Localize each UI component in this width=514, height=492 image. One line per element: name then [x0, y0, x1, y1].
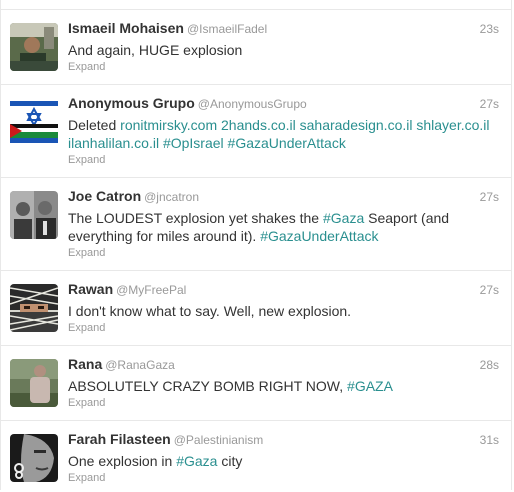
hashtag-gaza[interactable]: #GAZA: [347, 378, 393, 394]
avatar[interactable]: [10, 284, 58, 332]
tweet-text: ABSOLUTELY CRAZY BOMB RIGHT NOW, #GAZA: [68, 377, 499, 395]
hashtag-opisrael[interactable]: #OpIsrael: [163, 135, 224, 151]
tweet-author-name[interactable]: Farah Filasteen: [68, 431, 171, 447]
tweet-item[interactable]: Rana @RanaGaza 28s ABSOLUTELY CRAZY BOMB …: [1, 345, 511, 420]
tweet-item[interactable]: Farah Filasteen @Palestinianism 31s One e…: [1, 420, 511, 492]
hashtag-gaza[interactable]: #Gaza: [323, 210, 364, 226]
tweet-item[interactable]: Anonymous Grupo @AnonymousGrupo 27s Delet…: [1, 84, 511, 177]
tweet-username[interactable]: @Palestinianism: [174, 433, 264, 447]
tweet-username[interactable]: @RanaGaza: [105, 358, 175, 372]
tweet-item[interactable]: Rawan @MyFreePal 27s I don't know what to…: [1, 270, 511, 345]
hashtag-gaza[interactable]: #Gaza: [176, 453, 217, 469]
link-1[interactable]: ronitmirsky.com: [120, 117, 217, 133]
tweet-text: One explosion in #Gaza city: [68, 452, 499, 470]
hashtag-gazaunderattack[interactable]: #GazaUnderAttack: [260, 228, 378, 244]
tweet-item[interactable]: Joe Catron @jncatron 27s The LOUDEST expl…: [1, 177, 511, 270]
tweet-text: Deleted ronitmirsky.com 2hands.co.il sah…: [68, 116, 499, 152]
person-outdoors-photo-icon: [10, 359, 58, 407]
tweet-text-prefix: Deleted: [68, 117, 121, 133]
woman-face-grayscale-photo-icon: [10, 434, 58, 482]
avatar[interactable]: [10, 191, 58, 239]
avatar[interactable]: [10, 434, 58, 482]
two-men-grayscale-photo-icon: [10, 191, 58, 239]
expand-link[interactable]: Expand: [68, 61, 499, 73]
hashtag-gazaunderattack[interactable]: #GazaUnderAttack: [228, 135, 346, 151]
avatar[interactable]: [10, 23, 58, 71]
avatar[interactable]: [10, 359, 58, 407]
tweet-text: The LOUDEST explosion yet shakes the #Ga…: [68, 209, 499, 245]
palestine-israel-flags-icon: [10, 98, 58, 146]
man-in-office-photo-icon: [10, 23, 58, 71]
expand-link[interactable]: Expand: [68, 472, 499, 484]
tweet-text: And again, HUGE explosion: [68, 42, 243, 58]
tweet-timestamp[interactable]: 27s: [480, 190, 499, 204]
expand-link[interactable]: Expand: [68, 247, 499, 259]
tweet-username[interactable]: @AnonymousGrupo: [198, 97, 307, 111]
link-4[interactable]: shlayer.co.il: [416, 117, 489, 133]
avatar[interactable]: [10, 98, 58, 146]
tweet-text-part: city: [217, 453, 243, 469]
keffiyeh-face-photo-icon: [10, 284, 58, 332]
tweet-author-name[interactable]: Rana: [68, 356, 102, 372]
tweet-author-name[interactable]: Rawan: [68, 281, 113, 297]
expand-link[interactable]: Expand: [68, 322, 499, 334]
tweet-username[interactable]: @IsmaeilFadel: [187, 22, 267, 36]
tweet-item[interactable]: Ismaeil Mohaisen @IsmaeilFadel 23s And ag…: [1, 9, 511, 84]
tweet-timestamp[interactable]: 23s: [480, 22, 499, 36]
expand-link[interactable]: Expand: [68, 397, 499, 409]
tweet-author-name[interactable]: Ismaeil Mohaisen: [68, 20, 184, 36]
link-2[interactable]: 2hands.co.il: [221, 117, 296, 133]
tweet-author-name[interactable]: Anonymous Grupo: [68, 95, 195, 111]
tweet-text-part: ABSOLUTELY CRAZY BOMB RIGHT NOW,: [68, 378, 348, 394]
tweet-timestamp[interactable]: 27s: [480, 97, 499, 111]
tweet-text-part: One explosion in: [68, 453, 177, 469]
tweet-text: I don't know what to say. Well, new expl…: [68, 303, 352, 319]
tweet-username[interactable]: @MyFreePal: [116, 283, 186, 297]
expand-link[interactable]: Expand: [68, 154, 499, 166]
link-3[interactable]: saharadesign.co.il: [300, 117, 413, 133]
tweet-timeline: Ismaeil Mohaisen @IsmaeilFadel 23s And ag…: [0, 0, 512, 490]
tweet-timestamp[interactable]: 27s: [480, 283, 499, 297]
tweet-timestamp[interactable]: 31s: [480, 433, 499, 447]
tweet-timestamp[interactable]: 28s: [480, 358, 499, 372]
link-5[interactable]: ilanhalilan.co.il: [68, 135, 159, 151]
tweet-username[interactable]: @jncatron: [144, 190, 199, 204]
tweet-text-part: The LOUDEST explosion yet shakes the: [68, 210, 323, 226]
tweet-author-name[interactable]: Joe Catron: [68, 188, 141, 204]
